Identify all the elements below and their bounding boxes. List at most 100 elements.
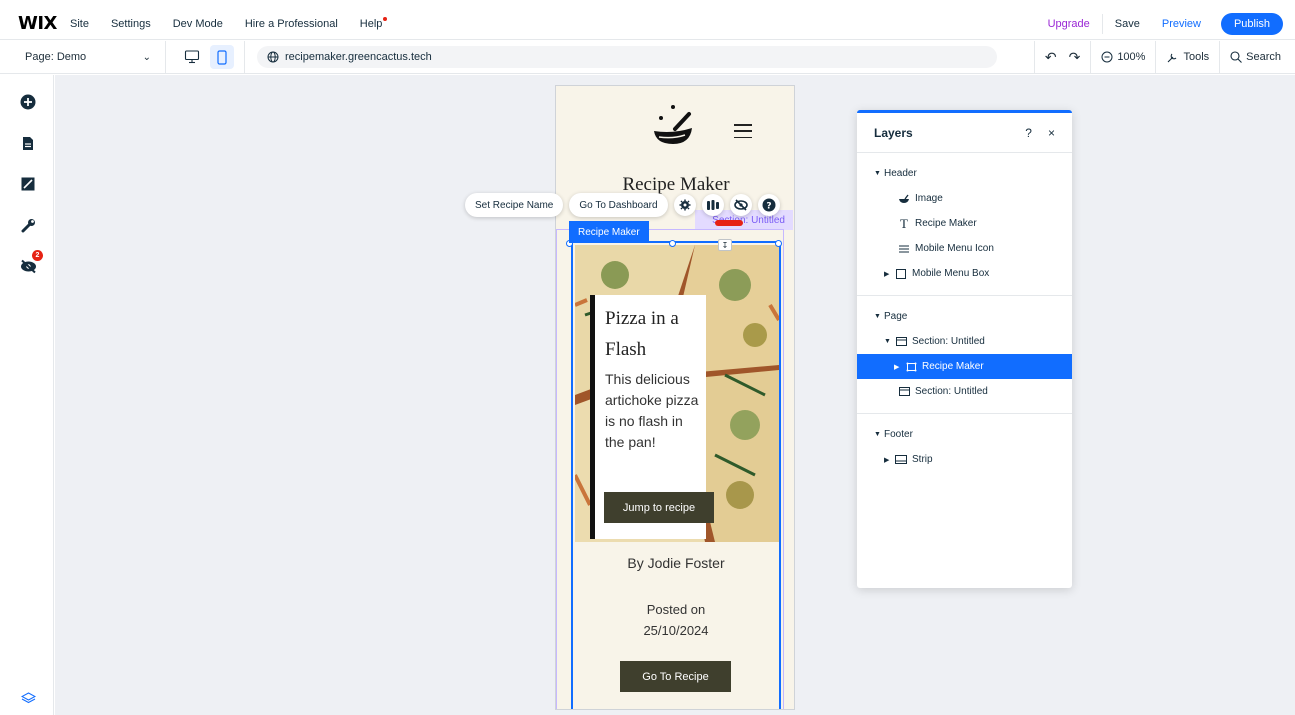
desktop-icon: [184, 50, 200, 64]
layer-page-label: Page: [884, 311, 908, 322]
layer-section-2[interactable]: Section: Untitled: [857, 379, 1072, 404]
publish-button[interactable]: Publish: [1221, 12, 1283, 35]
expand-arrow-icon[interactable]: ▼: [874, 170, 884, 177]
desktop-view-button[interactable]: [180, 45, 204, 69]
layer-recipe-maker-text-label: Recipe Maker: [915, 218, 977, 229]
svg-text:?: ?: [766, 202, 771, 212]
layer-page[interactable]: ▼ Page: [857, 304, 1072, 329]
posted-date: 25/10/2024: [643, 623, 709, 638]
recipe-title[interactable]: Pizza in a Flash: [605, 303, 679, 365]
layers-header: Layers ? ×: [857, 113, 1072, 153]
upgrade-button[interactable]: Upgrade: [1036, 13, 1103, 34]
preview-button[interactable]: Preview: [1152, 18, 1221, 30]
undo-icon[interactable]: ↶: [1045, 49, 1057, 66]
pages-button[interactable]: [18, 133, 38, 153]
site-url: recipemaker.greencactus.tech: [285, 51, 432, 63]
expand-arrow-icon[interactable]: ▼: [884, 338, 894, 345]
layer-section-1[interactable]: ▼ Section: Untitled: [857, 329, 1072, 354]
widget-icon: [904, 362, 918, 372]
layer-header-label: Header: [884, 168, 917, 179]
layer-mobile-menu-box[interactable]: ▶ Mobile Menu Box: [857, 261, 1072, 286]
menu-settings[interactable]: Settings: [111, 18, 151, 30]
menu-help[interactable]: Help: [360, 16, 388, 30]
pizza-hero-image: Pizza in a Flash This delicious artichok…: [575, 245, 779, 542]
collapse-arrow-icon[interactable]: ▶: [894, 363, 904, 371]
undo-redo: ↶ ↷: [1033, 41, 1090, 73]
go-to-dashboard-button[interactable]: Go To Dashboard: [569, 193, 668, 217]
layer-mobile-menu-icon[interactable]: Mobile Menu Icon: [857, 236, 1072, 261]
layers-header-group: ▼ Header Image T Recipe Maker Mobile Men…: [857, 153, 1072, 296]
tools-button[interactable]: Tools: [1155, 41, 1219, 73]
zoom-level: 100%: [1117, 51, 1146, 63]
selected-element-tag[interactable]: Recipe Maker: [569, 221, 649, 243]
layers-footer-group: ▼ Footer ▶ Strip: [857, 414, 1072, 480]
layer-footer[interactable]: ▼ Footer: [857, 422, 1072, 447]
business-tools-button[interactable]: [18, 215, 38, 235]
layers-help-icon[interactable]: ?: [1025, 126, 1032, 140]
notification-badge: 2: [32, 250, 43, 261]
animation-icon[interactable]: [701, 194, 724, 216]
collapse-arrow-icon[interactable]: ▶: [884, 456, 894, 464]
page-selector[interactable]: Page: Demo ⌄: [0, 41, 166, 73]
resize-handle-top-center[interactable]: [669, 240, 676, 247]
page-icon: [23, 136, 33, 150]
box-icon: [894, 268, 908, 279]
menu-hire-professional[interactable]: Hire a Professional: [245, 18, 338, 30]
page-label: Page:: [25, 51, 54, 63]
mobile-view-button[interactable]: [210, 45, 234, 69]
site-url-bar[interactable]: recipemaker.greencactus.tech: [257, 46, 997, 68]
settings-gear-icon[interactable]: [673, 194, 696, 216]
add-icon: [20, 94, 36, 110]
layer-strip[interactable]: ▶ Strip: [857, 447, 1072, 472]
layers-close-icon[interactable]: ×: [1048, 126, 1055, 140]
layer-header[interactable]: ▼ Header: [857, 161, 1072, 186]
text-icon: T: [900, 215, 908, 231]
hidden-elements-button[interactable]: 2: [18, 250, 43, 276]
layer-footer-label: Footer: [884, 429, 913, 440]
mobile-icon: [217, 49, 227, 65]
recipe-posted-date[interactable]: Posted on 25/10/2024: [573, 599, 779, 641]
recipe-description[interactable]: This delicious artichoke pizza is no fla…: [605, 369, 705, 453]
recipe-maker-widget[interactable]: Pizza in a Flash This delicious artichok…: [571, 241, 781, 709]
wix-logo[interactable]: WIX: [18, 13, 70, 34]
layer-recipe-maker-text[interactable]: T Recipe Maker: [857, 211, 1072, 236]
redo-icon[interactable]: ↷: [1069, 49, 1081, 66]
mobile-page-preview: Recipe Maker Section: Untitled Pizza in …: [555, 85, 795, 710]
section-icon: [897, 387, 911, 396]
page-toolbar: Page: Demo ⌄ recipemaker.greencactus.tec…: [0, 41, 1295, 74]
go-to-recipe-button[interactable]: Go To Recipe: [620, 661, 731, 692]
editor-canvas[interactable]: Recipe Maker Section: Untitled Pizza in …: [55, 75, 1295, 715]
hide-eye-icon[interactable]: [729, 194, 752, 216]
recipe-author[interactable]: By Jodie Foster: [573, 555, 779, 571]
page-value: Demo: [56, 51, 87, 63]
bowl-logo-icon[interactable]: [651, 104, 695, 148]
layer-strip-label: Strip: [912, 454, 933, 465]
resize-handle-top-right[interactable]: [775, 240, 782, 247]
stretch-handle-icon[interactable]: ↧: [718, 239, 732, 251]
section-icon: [894, 337, 908, 346]
menu-dev-mode[interactable]: Dev Mode: [173, 18, 223, 30]
set-recipe-name-button[interactable]: Set Recipe Name: [465, 193, 564, 217]
layer-recipe-maker-selected[interactable]: ▶ Recipe Maker: [857, 354, 1072, 379]
expand-arrow-icon[interactable]: ▼: [874, 313, 884, 320]
device-switcher: [166, 41, 245, 73]
layers-panel: Layers ? × ▼ Header Image T Recipe Maker: [857, 110, 1072, 588]
layer-image[interactable]: Image: [857, 186, 1072, 211]
layers-button[interactable]: [18, 688, 38, 708]
save-button[interactable]: Save: [1103, 18, 1152, 30]
collapse-arrow-icon[interactable]: ▶: [884, 270, 894, 278]
zoom-button[interactable]: 100%: [1090, 41, 1155, 73]
search-button[interactable]: Search: [1219, 41, 1295, 73]
pagebar-actions: ↶ ↷ 100% Tools Search: [1033, 41, 1295, 73]
chevron-down-icon: ⌄: [142, 51, 151, 63]
add-elements-button[interactable]: [18, 92, 38, 112]
mobile-menu-icon[interactable]: [734, 124, 752, 138]
expand-arrow-icon[interactable]: ▼: [874, 431, 884, 438]
tools-label: Tools: [1183, 51, 1210, 63]
design-button[interactable]: [18, 174, 38, 194]
help-icon[interactable]: ?: [757, 194, 780, 216]
help-notification-dot: [383, 16, 388, 21]
menu-site[interactable]: Site: [70, 18, 89, 30]
tools-icon: [1168, 53, 1177, 62]
jump-to-recipe-button[interactable]: Jump to recipe: [604, 492, 714, 523]
